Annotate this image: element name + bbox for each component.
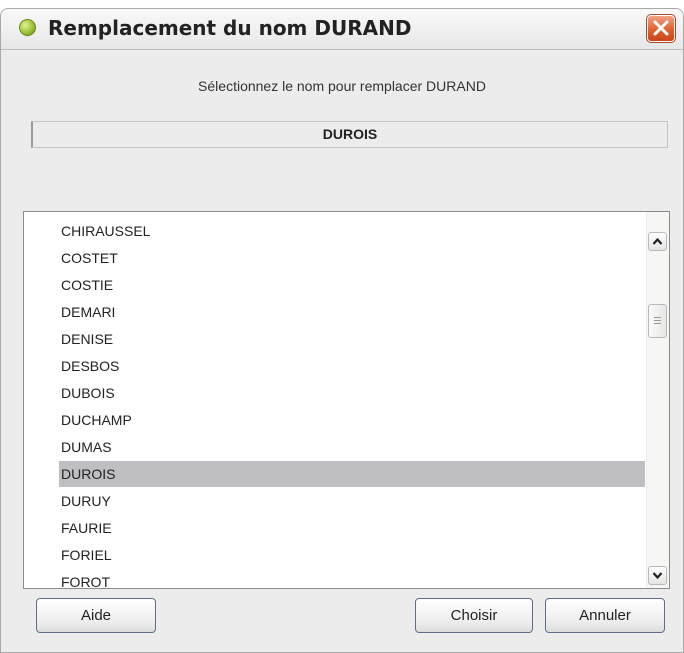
dialog-window: Remplacement du nom DURAND Sélectionnez … [0,8,684,653]
chevron-up-icon [652,237,663,245]
list-item[interactable]: COSTIE [59,272,645,298]
help-button[interactable]: Aide [36,598,156,633]
scroll-up-button[interactable] [648,232,667,251]
name-listbox[interactable]: CHIRAUSSEL COSTET COSTIE DEMARI DENISE DESBOS… [23,211,670,589]
prompt-text: Sélectionnez le nom pour remplacer DURAN… [198,78,486,94]
leaf-icon [19,19,36,36]
list-item[interactable]: FAURIE [59,515,645,541]
chevron-down-icon [652,572,663,580]
list-item[interactable]: DENISE [59,326,645,352]
title-bar[interactable]: Remplacement du nom DURAND [1,9,683,50]
list-item[interactable]: DUROIS [59,461,645,487]
list-item[interactable]: CHIRAUSSEL [59,218,645,244]
scroll-thumb[interactable] [648,304,667,338]
close-button[interactable] [646,14,676,43]
selected-name-field: DUROIS [31,121,668,148]
list-item[interactable]: DUMAS [59,434,645,460]
list-item[interactable]: FORIEL [59,542,645,568]
list-item[interactable]: DUCHAMP [59,407,645,433]
list-item[interactable]: FOROT [59,569,645,588]
window-title: Remplacement du nom DURAND [48,16,412,40]
vertical-scrollbar[interactable] [646,212,669,588]
scroll-down-button[interactable] [648,566,667,585]
list-item[interactable]: DEMARI [59,299,645,325]
list-item[interactable]: COSTET [59,245,645,271]
list-item[interactable]: DURUY [59,488,645,514]
list-item[interactable]: DESBOS [59,353,645,379]
cancel-button[interactable]: Annuler [545,598,665,633]
choose-button[interactable]: Choisir [415,598,533,633]
list-item[interactable]: DUBOIS [59,380,645,406]
close-icon [653,20,669,36]
